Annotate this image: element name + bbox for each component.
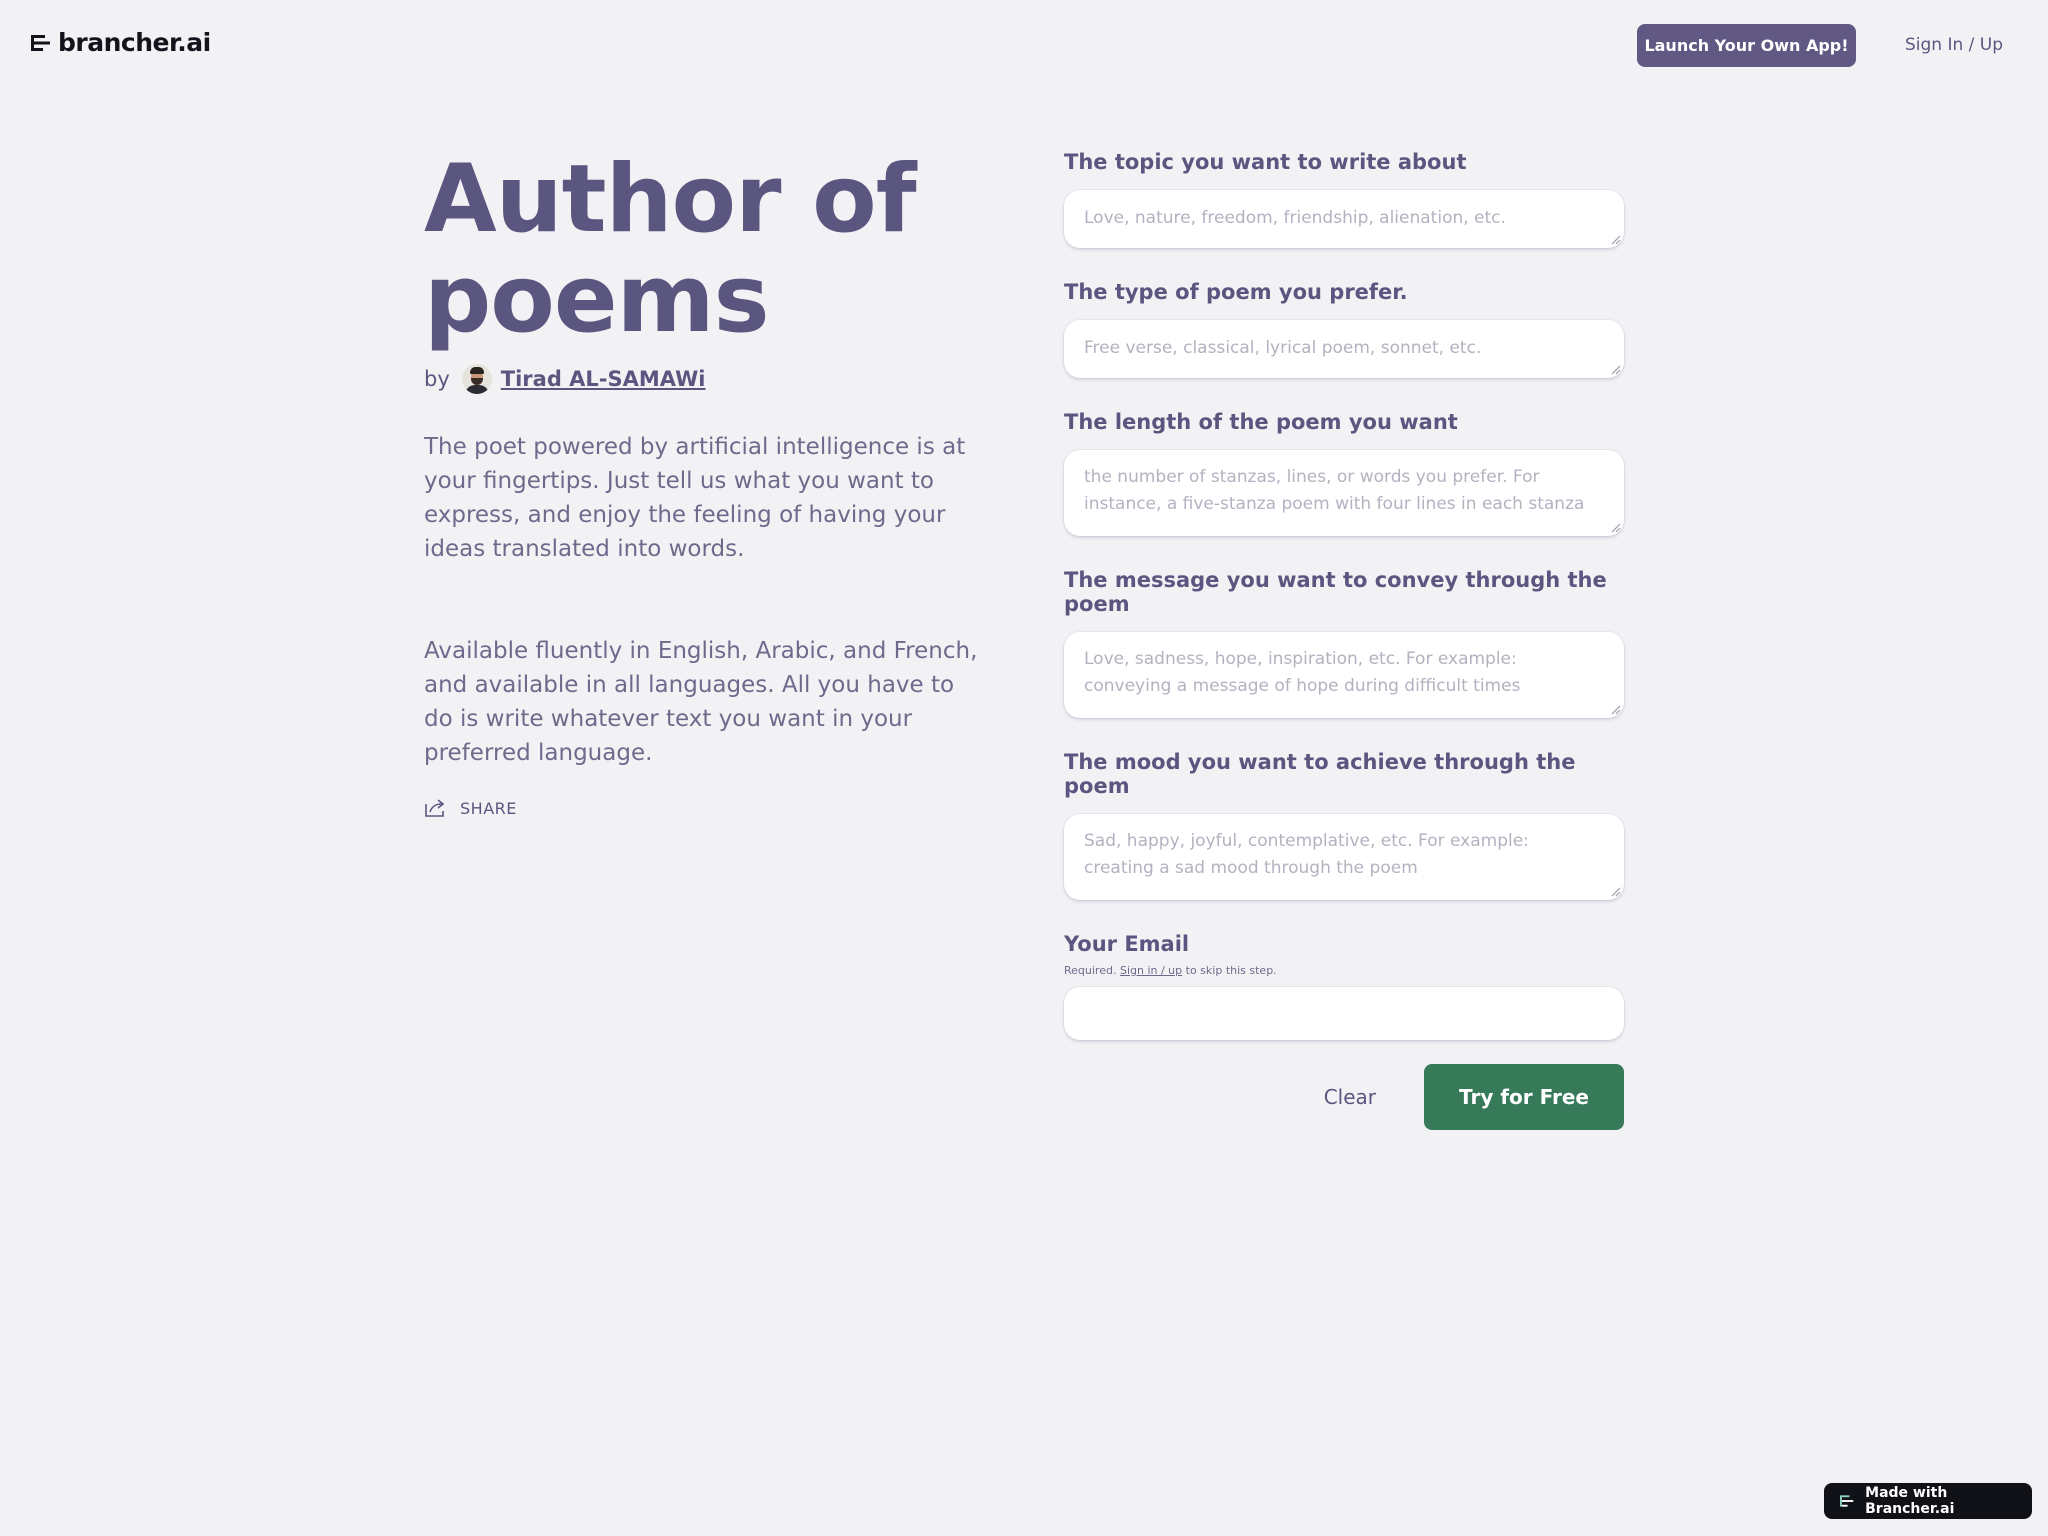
email-input[interactable]	[1064, 987, 1624, 1040]
resize-handle-icon[interactable]	[1609, 363, 1621, 375]
sign-in-up-link[interactable]: Sign In / Up	[1905, 35, 2003, 55]
poem-type-textarea[interactable]: Free verse, classical, lyrical poem, son…	[1064, 320, 1624, 378]
author-avatar	[461, 364, 492, 394]
email-note-prefix: Required.	[1064, 964, 1117, 977]
email-note: Required. Sign in / up to skip this step…	[1064, 964, 1624, 977]
page-title: Author of poems	[424, 145, 917, 354]
poem-type-placeholder: Free verse, classical, lyrical poem, son…	[1084, 338, 1482, 358]
poem-form: The topic you want to write about Love, …	[1064, 150, 1624, 1130]
resize-handle-icon[interactable]	[1609, 885, 1621, 897]
try-for-free-button[interactable]: Try for Free	[1424, 1064, 1624, 1130]
message-label: The message you want to convey through t…	[1064, 568, 1607, 616]
resize-handle-icon[interactable]	[1609, 233, 1621, 245]
poem-length-textarea[interactable]: the number of stanzas, lines, or words y…	[1064, 450, 1624, 536]
mood-label: The mood you want to achieve through the…	[1064, 750, 1576, 798]
made-with-brancher-badge[interactable]: Made with Brancher.ai	[1824, 1483, 2032, 1519]
brancher-logo-icon	[1840, 1495, 1854, 1507]
app-language-note: Available fluently in English, Arabic, a…	[424, 638, 978, 766]
brancher-logo[interactable]: brancher.ai	[30, 28, 211, 57]
mood-field: The mood you want to achieve through the…	[1064, 750, 1624, 900]
logo-text: brancher.ai	[58, 28, 211, 57]
launch-your-own-app-button[interactable]: Launch Your Own App!	[1637, 24, 1856, 67]
topic-field: The topic you want to write about Love, …	[1064, 150, 1624, 248]
resize-handle-icon[interactable]	[1609, 521, 1621, 533]
share-label: SHARE	[460, 798, 517, 818]
resize-handle-icon[interactable]	[1609, 703, 1621, 715]
mood-placeholder: Sad, happy, joyful, contemplative, etc. …	[1084, 831, 1529, 878]
clear-button[interactable]: Clear	[1324, 1085, 1376, 1109]
message-textarea[interactable]: Love, sadness, hope, inspiration, etc. F…	[1064, 632, 1624, 718]
mood-textarea[interactable]: Sad, happy, joyful, contemplative, etc. …	[1064, 814, 1624, 900]
message-field: The message you want to convey through t…	[1064, 568, 1624, 718]
made-with-label: Made with Brancher.ai	[1865, 1485, 1955, 1517]
brancher-logo-icon	[31, 34, 50, 51]
by-label: by	[424, 367, 450, 391]
poem-type-label: The type of poem you prefer.	[1064, 280, 1408, 304]
poem-length-label: The length of the poem you want	[1064, 410, 1458, 434]
topic-textarea[interactable]: Love, nature, freedom, friendship, alien…	[1064, 190, 1624, 248]
email-field-group: Your Email Required. Sign in / up to ski…	[1064, 932, 1624, 1040]
email-label: Your Email	[1064, 932, 1190, 956]
poem-length-placeholder: the number of stanzas, lines, or words y…	[1084, 467, 1585, 514]
email-note-suffix: to skip this step.	[1185, 964, 1277, 977]
intro-section: Author of poems by Tirad AL-SAMAWi The p…	[424, 150, 984, 818]
poem-type-field: The type of poem you prefer. Free verse,…	[1064, 280, 1624, 378]
top-navigation: brancher.ai Launch Your Own App! Sign In…	[0, 0, 2048, 90]
poem-length-field: The length of the poem you want the numb…	[1064, 410, 1624, 536]
share-button[interactable]: SHARE	[424, 798, 984, 818]
form-actions: Clear Try for Free	[1064, 1064, 1624, 1130]
app-description: The poet powered by artificial intellige…	[424, 434, 966, 562]
email-signin-link[interactable]: Sign in / up	[1120, 964, 1182, 977]
author-link[interactable]: Tirad AL-SAMAWi	[501, 367, 706, 391]
message-placeholder: Love, sadness, hope, inspiration, etc. F…	[1084, 649, 1521, 696]
author-byline: by Tirad AL-SAMAWi	[424, 364, 984, 394]
share-icon	[425, 799, 445, 817]
topic-label: The topic you want to write about	[1064, 150, 1467, 174]
topic-placeholder: Love, nature, freedom, friendship, alien…	[1084, 208, 1506, 228]
